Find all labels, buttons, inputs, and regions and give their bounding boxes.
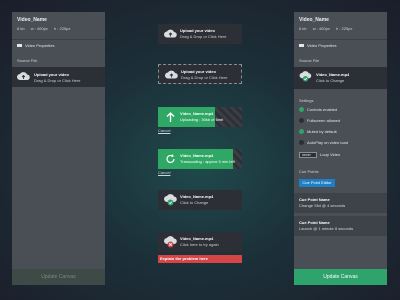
upload-arrow-icon (166, 112, 175, 122)
setting-label: Controls enabled (307, 107, 338, 112)
video-dimensions: 6 kb w : 400px h : 225px (299, 26, 357, 31)
upload-progress-text: Uploading : 30kb of 6mb (180, 117, 224, 122)
cancel-transcoding-link[interactable]: Cancel (158, 170, 170, 175)
file-size: 6 kb (17, 26, 25, 31)
file-name: Video_Name.mp4 (180, 153, 214, 158)
upload-card-hover[interactable]: Upload your video Drag & Drop or Click H… (158, 64, 242, 84)
toggle-off-icon (299, 118, 304, 124)
video-properties-header: Video Properties (299, 43, 337, 48)
retry-text: Click here to try again (180, 242, 219, 247)
upload-dropzone[interactable]: Upload your video Drag & Drop or Click H… (12, 67, 105, 87)
upload-subtitle: Drag & Drop or Click Here (34, 78, 81, 83)
update-canvas-button[interactable]: Update Canvas (294, 269, 387, 285)
toggle-on-icon (299, 129, 304, 135)
divider (12, 39, 105, 40)
toggle-off-icon (299, 140, 304, 146)
video-camera-icon (17, 44, 22, 48)
transcoding-progress-text: Transcoding : approx 5 min left (180, 159, 235, 164)
cue-point-item[interactable]: Cue Point Name Launch @ 1 minute 8 secon… (294, 216, 387, 236)
cloud-upload-icon (17, 72, 30, 80)
cloud-check-icon (164, 194, 177, 206)
file-name: Video_Name.mp4 (180, 111, 214, 116)
divider (294, 39, 387, 40)
source-file-label: Source File (299, 58, 320, 63)
upload-card[interactable]: Upload your video Drag & Drop or Click H… (158, 24, 242, 44)
cue-point-item[interactable]: Cue Point Name Change Slid @ 4 seconds (294, 193, 387, 213)
toggle-muted-by-default[interactable]: Muted by default (299, 129, 337, 135)
right-properties-panel: Video_Name 6 kb w : 400px h : 225px Vide… (294, 12, 387, 285)
upload-title: Upload your video (34, 72, 69, 77)
cancel-upload-link[interactable]: Cancel (158, 128, 170, 133)
video-height: h : 225px (335, 26, 353, 31)
section-label: Video Properties (307, 43, 337, 48)
upload-title: Upload your video (180, 28, 215, 33)
setting-label: AutoPlay on video load (307, 140, 348, 145)
loop-label: Loop Video (320, 152, 341, 158)
cue-point-detail: Change Slid @ 4 seconds (299, 203, 346, 208)
transcoding-card: Video_Name.mp4 Transcoding : approx 5 mi… (158, 149, 242, 169)
cue-point-editor-button[interactable]: Cue Point Editor (299, 179, 335, 187)
file-name: Video_Name.mp4 (180, 194, 214, 199)
cloud-error-icon (164, 236, 177, 248)
error-message: Explain the problem here (158, 255, 242, 263)
file-name: Video_Name.mp4 (316, 72, 350, 77)
setting-label: Muted by default (307, 129, 337, 134)
file-size: 6 kb (299, 26, 307, 31)
cue-point-name: Cue Point Name (299, 197, 330, 202)
update-canvas-button-disabled[interactable]: Update Canvas (12, 269, 105, 285)
cue-point-detail: Launch @ 1 minute 8 seconds (299, 226, 354, 231)
video-dimensions: 6 kb w : 400px h : 225px (17, 26, 75, 31)
uploading-card: Video_Name.mp4 Uploading : 30kb of 6mb (158, 107, 242, 127)
loop-select[interactable]: never (299, 152, 317, 158)
video-title: Video_Name (299, 17, 329, 23)
source-file-label: Source File (17, 58, 38, 63)
error-file-card[interactable]: Video_Name.mp4 Click here to try again (158, 232, 242, 252)
setting-label: Fullscreen allowed (307, 118, 341, 123)
refresh-icon (166, 154, 175, 163)
uploaded-file-card[interactable]: Video_Name.mp4 Click to Change (158, 190, 242, 210)
section-label: Video Properties (25, 43, 55, 48)
toggle-autoplay[interactable]: AutoPlay on video load (299, 140, 348, 146)
toggle-controls-enabled[interactable]: Controls enabled (299, 107, 338, 113)
cloud-upload-icon (164, 29, 177, 38)
toggle-on-icon (299, 107, 304, 113)
file-name: Video_Name.mp4 (180, 236, 214, 241)
upload-title: Upload your video (181, 69, 216, 74)
video-width: w : 400px (30, 26, 48, 31)
video-width: w : 400px (312, 26, 330, 31)
toggle-fullscreen-allowed[interactable]: Fullscreen allowed (299, 118, 341, 124)
change-file-text: Click to Change (180, 200, 209, 205)
cloud-check-icon (299, 71, 312, 82)
cloud-upload-icon (165, 70, 178, 79)
upload-subtitle: Drag & Drop or Click Here (180, 34, 227, 39)
video-title: Video_Name (17, 17, 47, 23)
video-height: h : 225px (53, 26, 71, 31)
video-camera-icon (299, 44, 304, 48)
source-file-card[interactable]: Video_Name.mp4 Click to Change (294, 67, 387, 89)
video-properties-header: Video Properties (17, 43, 55, 48)
cue-points-label: Cue Points (299, 169, 319, 174)
left-properties-panel: Video_Name 6 kb w : 400px h : 225px Vide… (12, 12, 105, 285)
cue-point-name: Cue Point Name (299, 220, 330, 225)
change-file-text: Click to Change (316, 78, 345, 83)
loop-video-row: never Loop Video (299, 152, 340, 158)
upload-subtitle: Drag & Drop or Click Here (181, 75, 228, 80)
settings-label: Settings (299, 98, 314, 103)
